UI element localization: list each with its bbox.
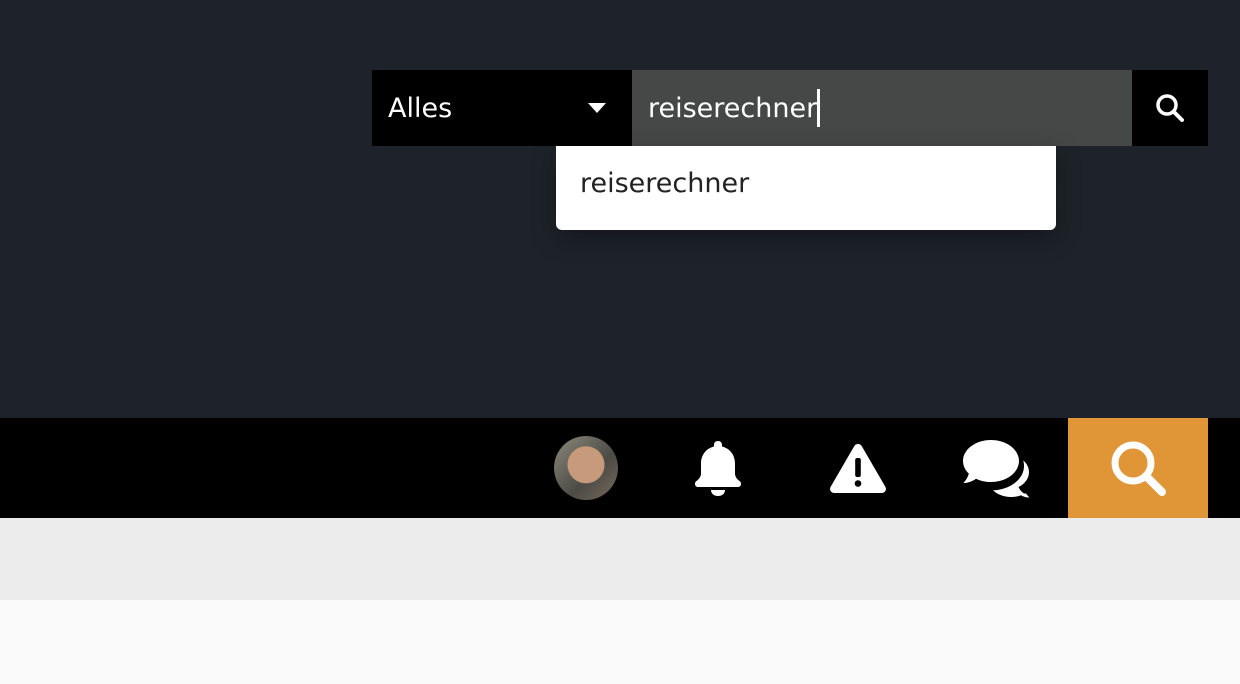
bell-icon <box>695 441 741 496</box>
search-icon <box>1111 441 1166 496</box>
suggestion-item[interactable]: reiserechner <box>580 168 749 199</box>
search-query-text: reiserechner <box>648 92 818 124</box>
search-submit-button[interactable] <box>1132 70 1208 146</box>
alerts-button[interactable] <box>788 418 928 518</box>
text-cursor <box>817 89 821 127</box>
profile-button[interactable] <box>516 418 656 518</box>
warning-icon <box>830 444 886 493</box>
search-input[interactable]: reiserechner <box>632 70 1132 146</box>
caret-down-icon <box>588 103 606 113</box>
search-suggestions: reiserechner <box>556 146 1056 230</box>
content-header-band <box>0 518 1240 600</box>
avatar <box>554 436 618 500</box>
nav-search-button[interactable] <box>1068 418 1208 518</box>
messages-button[interactable] <box>928 418 1068 518</box>
chat-bubbles-icon <box>963 440 1030 498</box>
bottom-navbar <box>0 418 1240 518</box>
search-scope-select[interactable]: Alles <box>372 70 632 146</box>
search-icon <box>1156 94 1184 122</box>
notifications-button[interactable] <box>648 418 788 518</box>
search-scope-value: Alles <box>388 92 453 124</box>
content-area <box>0 600 1240 684</box>
search-panel: Alles reiserechner reiserechner <box>0 0 1240 418</box>
